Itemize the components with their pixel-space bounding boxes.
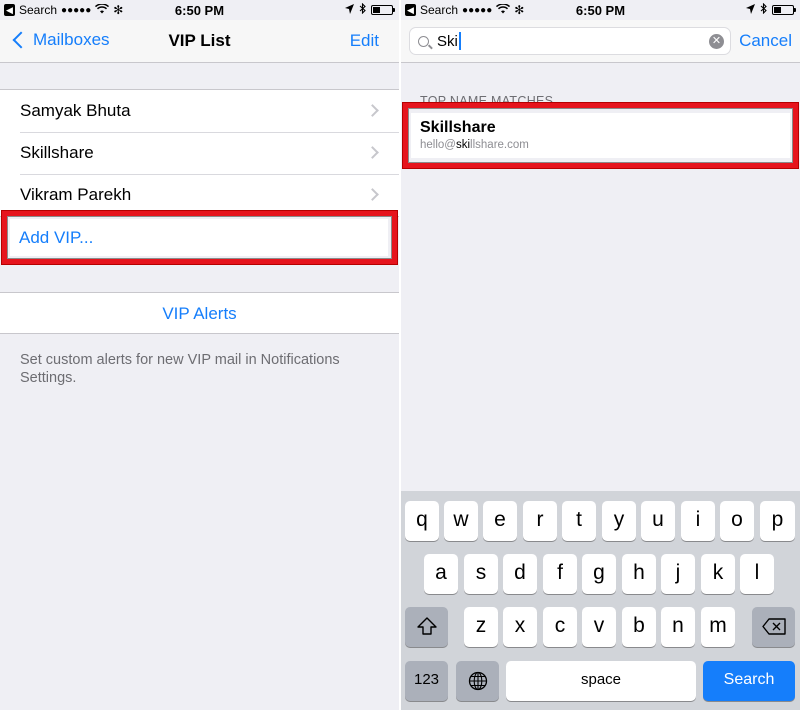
contact-email: hello@skillshare.com (420, 139, 529, 151)
vip-name: Vikram Parekh (20, 185, 132, 204)
vip-row[interactable]: Samyak Bhuta (0, 90, 399, 132)
search-input[interactable]: Ski ✕ (409, 27, 731, 55)
key-x[interactable]: x (503, 607, 537, 647)
key-u[interactable]: u (641, 501, 675, 541)
key-y[interactable]: y (602, 501, 636, 541)
globe-key[interactable] (456, 661, 499, 701)
add-vip-button[interactable]: Add VIP... (10, 219, 388, 256)
location-icon (746, 3, 755, 17)
edit-button[interactable]: Edit (350, 31, 379, 51)
key-j[interactable]: j (661, 554, 695, 594)
text-cursor (458, 32, 461, 50)
vip-list: Samyak Bhuta Skillshare Vikram Parekh (0, 89, 399, 217)
key-v[interactable]: v (582, 607, 616, 647)
location-icon (345, 3, 354, 17)
vip-name: Samyak Bhuta (20, 101, 131, 120)
shift-key[interactable] (405, 607, 448, 647)
cancel-button[interactable]: Cancel (739, 31, 792, 51)
vip-list-screen: ◀ Search ●●●●● ✻ 6:50 PM Mailboxes VIP L… (0, 0, 399, 710)
match-highlight: Skillshare hello@skillshare.com (401, 103, 800, 168)
vip-row[interactable]: Skillshare (0, 132, 399, 174)
chevron-right-icon (366, 104, 379, 117)
battery-icon (371, 5, 395, 15)
key-h[interactable]: h (622, 554, 656, 594)
keyboard: q w e r t y u i o p a s d f g h j k l z … (401, 491, 800, 710)
battery-icon (772, 5, 796, 15)
status-bar: ◀ Search ●●●●● ✻ 6:50 PM (401, 0, 800, 20)
key-n[interactable]: n (661, 607, 695, 647)
add-vip-highlight: Add VIP... (0, 211, 399, 264)
bluetooth-icon (359, 2, 366, 17)
contact-name: Skillshare (420, 119, 496, 136)
key-i[interactable]: i (681, 501, 715, 541)
backspace-icon (761, 618, 786, 635)
key-l[interactable]: l (740, 554, 774, 594)
vip-alerts-footnote: Set custom alerts for new VIP mail in No… (20, 352, 340, 386)
key-c[interactable]: c (543, 607, 577, 647)
key-a[interactable]: a (424, 554, 458, 594)
key-o[interactable]: o (720, 501, 754, 541)
status-time: 6:50 PM (575, 3, 626, 18)
key-e[interactable]: e (483, 501, 517, 541)
search-key[interactable]: Search (703, 661, 795, 701)
key-g[interactable]: g (582, 554, 616, 594)
key-d[interactable]: d (503, 554, 537, 594)
vip-alerts-button[interactable]: VIP Alerts (0, 292, 399, 334)
add-vip-search-screen: ◀ Search ●●●●● ✻ 6:50 PM Ski ✕ Cancel TO… (401, 0, 800, 710)
key-f[interactable]: f (543, 554, 577, 594)
chevron-right-icon (366, 188, 379, 201)
clear-search-icon[interactable]: ✕ (709, 34, 724, 49)
chevron-right-icon (366, 146, 379, 159)
key-t[interactable]: t (562, 501, 596, 541)
vip-row[interactable]: Vikram Parekh (0, 174, 399, 216)
status-bar: ◀ Search ●●●●● ✻ 6:50 PM (0, 0, 399, 20)
search-query: Ski (437, 32, 458, 50)
page-title: VIP List (168, 31, 231, 50)
contact-match-row[interactable]: Skillshare hello@skillshare.com (411, 113, 790, 158)
key-m[interactable]: m (701, 607, 735, 647)
key-b[interactable]: b (622, 607, 656, 647)
navigation-bar: Mailboxes VIP List Edit (0, 20, 399, 63)
globe-icon (468, 671, 487, 691)
key-r[interactable]: r (523, 501, 557, 541)
search-icon (418, 35, 429, 47)
key-w[interactable]: w (444, 501, 478, 541)
key-s[interactable]: s (464, 554, 498, 594)
search-bar: Ski ✕ Cancel (401, 20, 800, 63)
delete-key[interactable] (752, 607, 795, 647)
key-k[interactable]: k (701, 554, 735, 594)
key-p[interactable]: p (760, 501, 795, 541)
status-time: 6:50 PM (174, 3, 225, 18)
vip-name: Skillshare (20, 143, 94, 162)
key-z[interactable]: z (464, 607, 498, 647)
numbers-key[interactable]: 123 (405, 661, 448, 701)
bluetooth-icon (760, 2, 767, 17)
shift-icon (416, 617, 437, 635)
space-key[interactable]: space (506, 661, 696, 701)
key-q[interactable]: q (405, 501, 439, 541)
